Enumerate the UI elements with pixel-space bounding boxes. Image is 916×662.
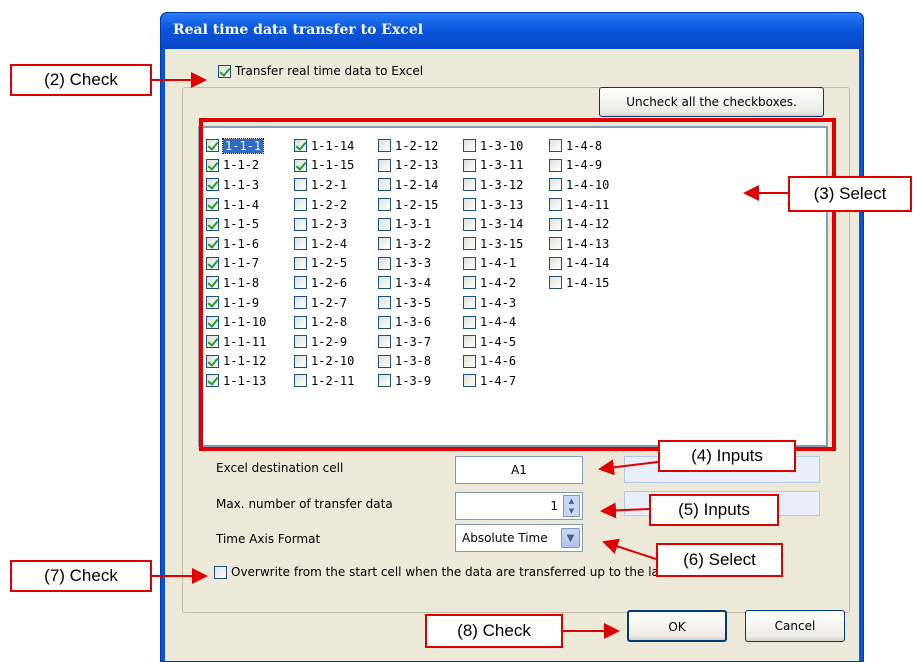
dest-cell-label: Excel destination cell — [216, 461, 344, 475]
callout-8-text: (8) Check — [457, 621, 531, 640]
callout-2-text: (2) Check — [44, 70, 118, 89]
time-axis-value: Absolute Time — [462, 531, 548, 545]
callout-8: (8) Check — [425, 614, 563, 648]
callout-6: (6) Select — [656, 543, 783, 577]
callout-7-text: (7) Check — [44, 566, 118, 585]
transfer-checkbox-label: Transfer real time data to Excel — [235, 64, 424, 78]
callout-5: (5) Inputs — [649, 494, 779, 526]
max-transfer-label: Max. number of transfer data — [216, 497, 393, 511]
ok-button[interactable]: OK — [627, 610, 727, 642]
spinner-arrows[interactable]: ▲ ▼ — [563, 495, 580, 517]
callout-7: (7) Check — [10, 560, 152, 592]
callout-3-text: (3) Select — [813, 184, 887, 203]
transfer-to-excel-checkbox[interactable]: Transfer real time data to Excel — [214, 64, 428, 78]
dest-cell-input[interactable]: A1 — [455, 456, 583, 484]
callout-2: (2) Check — [10, 64, 152, 96]
dest-cell-value: A1 — [511, 463, 527, 477]
list-highlight-frame — [199, 118, 836, 451]
callout-6-text: (6) Select — [683, 550, 756, 569]
title-bar[interactable]: Real time data transfer to Excel — [161, 13, 863, 49]
spin-up-icon[interactable]: ▲ — [569, 497, 574, 505]
overwrite-checkbox[interactable]: Overwrite from the start cell when the d… — [214, 565, 698, 579]
cancel-button[interactable]: Cancel — [745, 610, 845, 642]
cancel-label: Cancel — [774, 619, 816, 633]
spin-down-icon[interactable]: ▼ — [569, 507, 574, 515]
callout-4: (4) Inputs — [658, 440, 796, 472]
max-transfer-spinner[interactable]: 1 ▲ ▼ — [455, 492, 583, 520]
chevron-down-icon[interactable]: ▼ — [561, 528, 580, 548]
uncheck-all-label: Uncheck all the checkboxes. — [626, 95, 797, 109]
callout-3: (3) Select — [788, 176, 912, 212]
callout-5-text: (5) Inputs — [678, 500, 750, 519]
max-transfer-value: 1 — [550, 499, 558, 513]
overwrite-checkbox-box[interactable] — [214, 565, 227, 579]
ok-label: OK — [668, 620, 686, 634]
time-axis-label: Time Axis Format — [216, 532, 321, 546]
overwrite-checkbox-label: Overwrite from the start cell when the d… — [231, 565, 699, 579]
transfer-checkbox-box[interactable] — [218, 64, 231, 78]
uncheck-all-button[interactable]: Uncheck all the checkboxes. — [599, 87, 824, 117]
window-title: Real time data transfer to Excel — [173, 22, 424, 38]
callout-4-text: (4) Inputs — [691, 446, 763, 465]
time-axis-select[interactable]: Absolute Time ▼ — [455, 524, 583, 552]
